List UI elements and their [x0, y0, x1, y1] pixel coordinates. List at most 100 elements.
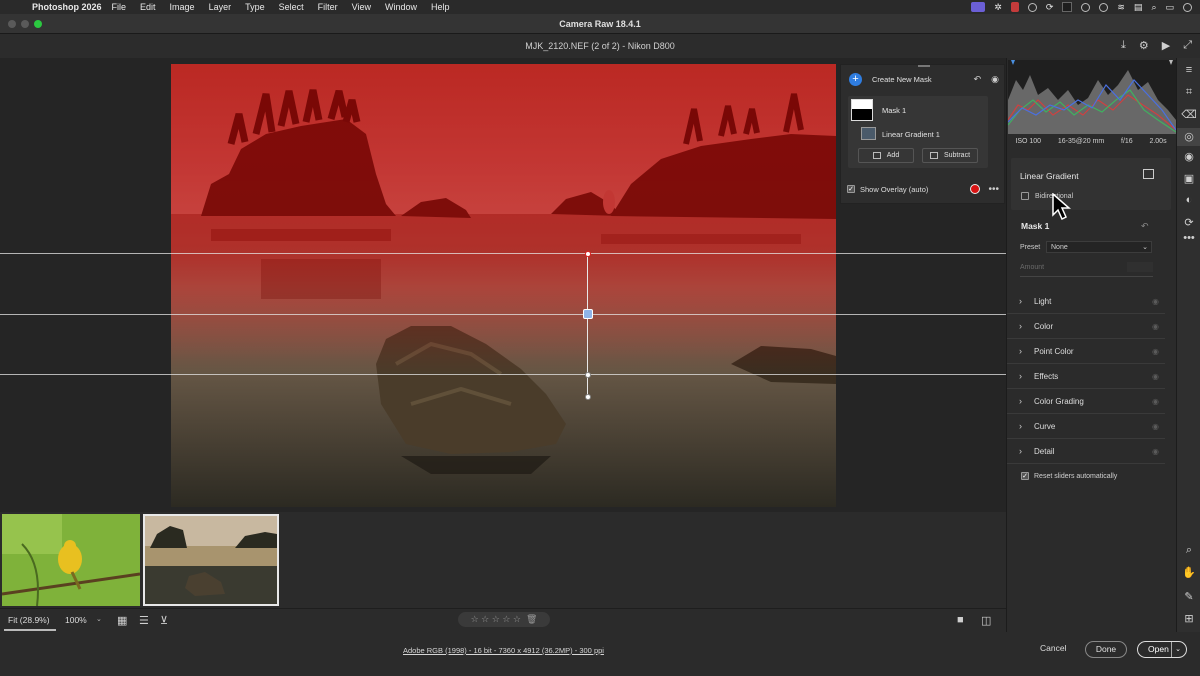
gradient-center-handle[interactable]: [583, 309, 593, 319]
clock-status-icon[interactable]: [1099, 2, 1109, 12]
create-new-mask-plus-icon[interactable]: +: [849, 72, 862, 86]
gradient-end-line[interactable]: [0, 374, 1006, 375]
rating-stars[interactable]: ☆ ☆ ☆ ☆ ☆: [471, 614, 521, 625]
color-sampler-icon[interactable]: ✎: [1177, 590, 1200, 603]
amount-slider[interactable]: [1020, 276, 1153, 277]
gradient-center-line[interactable]: [0, 314, 1006, 315]
presets-icon[interactable]: ◐: [1177, 194, 1200, 206]
more-options-icon[interactable]: •••: [988, 184, 999, 195]
crop-icon[interactable]: ⌗: [1177, 86, 1200, 99]
display-status-icon[interactable]: ▭: [1165, 2, 1174, 13]
trash-icon[interactable]: 🗑: [526, 614, 537, 625]
amount-field[interactable]: [1127, 262, 1153, 272]
section-curve[interactable]: › Curve ◉: [1007, 414, 1165, 439]
visibility-eye-icon[interactable]: ◉: [1152, 347, 1159, 356]
edit-sliders-icon[interactable]: ≡: [1177, 64, 1200, 76]
rotate-icon[interactable]: ⟳: [1177, 216, 1200, 229]
masking-icon[interactable]: ◎: [1177, 128, 1200, 146]
record-status-icon[interactable]: [1027, 2, 1037, 12]
sync-status-icon[interactable]: ⟳: [1046, 2, 1054, 13]
zoom-fit-button[interactable]: Fit (28.9%): [8, 615, 50, 625]
app-name-menu[interactable]: Photoshop 2026: [32, 2, 102, 12]
reset-mask-icon[interactable]: ↶: [1141, 221, 1149, 232]
filmstrip-view-icon[interactable]: ▦: [117, 614, 127, 627]
minimize-window-button[interactable]: [21, 20, 29, 28]
play-status-icon[interactable]: [1081, 2, 1091, 12]
ps-status-icon[interactable]: [1062, 2, 1073, 12]
hand-tool-icon[interactable]: ✋: [1177, 566, 1200, 579]
close-window-button[interactable]: [8, 20, 16, 28]
section-color[interactable]: › Color ◉: [1007, 314, 1165, 339]
add-button[interactable]: Add: [858, 148, 914, 163]
menu-window[interactable]: Window: [385, 2, 417, 12]
compare-view-icon[interactable]: ◫: [981, 614, 991, 627]
filter-icon[interactable]: ⊻: [160, 614, 168, 627]
menu-type[interactable]: Type: [245, 2, 265, 12]
eraser-icon[interactable]: ⌫: [1177, 108, 1200, 121]
open-dropdown-icon[interactable]: ⌄: [1171, 642, 1181, 657]
menu-image[interactable]: Image: [170, 2, 195, 12]
single-view-icon[interactable]: ■: [957, 614, 964, 626]
zoom-dropdown-icon[interactable]: ⌄: [96, 615, 102, 623]
component-name[interactable]: Linear Gradient 1: [882, 130, 940, 139]
invert-gradient-icon[interactable]: [1143, 169, 1154, 179]
app-status-icon[interactable]: [1010, 2, 1019, 12]
play-icon[interactable]: ▶: [1162, 39, 1170, 52]
bidirectional-checkbox[interactable]: [1021, 192, 1029, 200]
settings-status-icon[interactable]: ✲: [994, 2, 1002, 13]
preset-dropdown[interactable]: None ⌄: [1046, 241, 1152, 253]
grid-overlay-icon[interactable]: ⊞: [1177, 612, 1200, 625]
gradient-rotate-handle[interactable]: [585, 394, 591, 400]
more-tools-icon[interactable]: •••: [1177, 232, 1200, 244]
section-color-grading[interactable]: › Color Grading ◉: [1007, 389, 1165, 414]
reset-sliders-checkbox[interactable]: ✓: [1021, 472, 1029, 480]
gear-icon[interactable]: ⚙: [1139, 39, 1149, 52]
star-rating[interactable]: ☆ ☆ ☆ ☆ ☆ 🗑: [458, 612, 550, 627]
zoom-tool-icon[interactable]: ⌕: [1177, 544, 1200, 557]
create-new-mask-label[interactable]: Create New Mask: [872, 75, 932, 84]
screen-share-icon[interactable]: [971, 2, 986, 12]
mask-item[interactable]: Mask 1 Linear Gradient 1 Add Subtract: [848, 96, 988, 168]
menu-layer[interactable]: Layer: [209, 2, 232, 12]
show-overlay-checkbox[interactable]: ✓: [847, 185, 855, 193]
reset-sliders-label[interactable]: Reset sliders automatically: [1034, 473, 1117, 480]
download-icon[interactable]: ⤓: [1121, 39, 1126, 52]
section-effects[interactable]: › Effects ◉: [1007, 364, 1165, 389]
section-detail[interactable]: › Detail ◉: [1007, 439, 1165, 464]
gradient-end-handle[interactable]: [585, 372, 591, 378]
gradient-start-line[interactable]: [0, 253, 1006, 254]
snapshots-icon[interactable]: ▣: [1177, 172, 1200, 185]
menu-help[interactable]: Help: [431, 2, 450, 12]
menu-select[interactable]: Select: [279, 2, 304, 12]
fullscreen-icon[interactable]: ⤢: [1183, 39, 1192, 52]
workflow-options-link[interactable]: Adobe RGB (1998) - 16 bit - 7360 x 4912 …: [403, 646, 604, 655]
section-point-color[interactable]: › Point Color ◉: [1007, 339, 1165, 364]
control-center-icon[interactable]: ▤: [1134, 2, 1143, 13]
photo-preview[interactable]: [171, 64, 836, 507]
wifi-icon[interactable]: ≋: [1117, 2, 1125, 13]
zoom-100-button[interactable]: 100%: [65, 615, 87, 625]
filmstrip-thumb-bird[interactable]: [2, 514, 140, 606]
sort-icon[interactable]: ☰: [139, 614, 149, 627]
done-button[interactable]: Done: [1085, 641, 1127, 658]
menu-edit[interactable]: Edit: [140, 2, 156, 12]
zoom-window-button[interactable]: [34, 20, 42, 28]
gradient-start-handle[interactable]: [585, 251, 591, 257]
red-eye-icon[interactable]: ◉: [1177, 150, 1200, 163]
menu-filter[interactable]: Filter: [318, 2, 338, 12]
visibility-eye-icon[interactable]: ◉: [1152, 322, 1159, 331]
panel-grip[interactable]: [918, 65, 930, 67]
open-button[interactable]: Open ⌄: [1137, 641, 1187, 658]
section-light[interactable]: › Light ◉: [1007, 289, 1165, 314]
overlay-color-swatch[interactable]: [970, 184, 981, 194]
undo-mask-icon[interactable]: ↶: [974, 74, 982, 85]
spotlight-search-icon[interactable]: ⌕: [1151, 2, 1156, 13]
visibility-eye-icon[interactable]: ◉: [1152, 422, 1159, 431]
cancel-button[interactable]: Cancel: [1040, 643, 1066, 653]
siri-icon[interactable]: [1183, 2, 1192, 12]
subtract-button[interactable]: Subtract: [922, 148, 978, 163]
linear-gradient-icon[interactable]: [861, 127, 876, 140]
menu-view[interactable]: View: [352, 2, 371, 12]
mask-thumbnail[interactable]: [851, 99, 873, 121]
visibility-eye-icon[interactable]: ◉: [1152, 372, 1159, 381]
